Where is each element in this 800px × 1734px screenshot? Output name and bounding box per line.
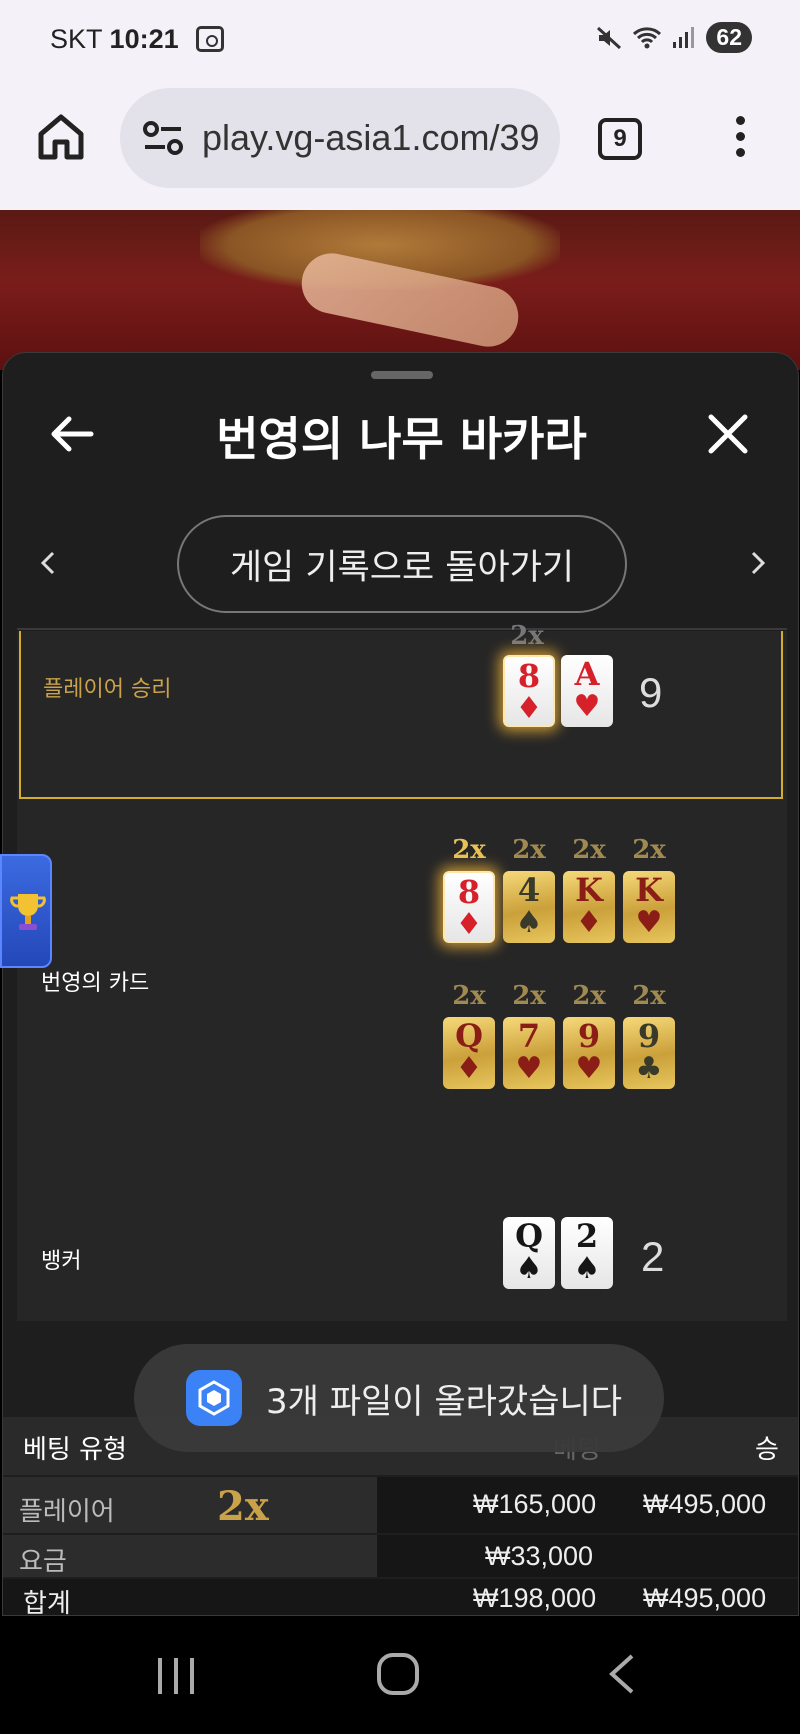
status-bar: SKT 10:21 62 <box>0 0 800 82</box>
bet-type: 합계 <box>23 1589 71 1616</box>
bet-amount: ₩165,000 <box>473 1489 597 1519</box>
back-chevron-icon[interactable] <box>604 1652 638 1696</box>
back-to-history-button[interactable]: 게임 기록으로 돌아가기 <box>177 515 627 613</box>
multiplier-badge: 2x <box>512 835 546 865</box>
player-win-label: 플레이어 승리 <box>43 677 172 702</box>
tab-switcher-button[interactable]: 9 <box>598 118 642 160</box>
address-bar[interactable]: play.vg-asia1.com/39 <box>120 88 560 188</box>
prosperity-card: 8 ♦ <box>443 871 495 943</box>
url-text: play.vg-asia1.com/39 <box>202 117 540 158</box>
result-area: 플레이어 승리 2x 8 ♦ A ♥ 9 번영의 카드 2x 2x 2x 2x 8 ♦… <box>17 621 787 1321</box>
prosperity-card: 4 ♠ <box>503 871 555 943</box>
player-score: 9 <box>639 669 663 716</box>
multiplier-badge: 2x <box>632 981 666 1011</box>
banker-card: Q ♠ <box>503 1217 555 1289</box>
close-icon[interactable] <box>703 409 753 459</box>
sheet-drag-handle[interactable] <box>371 371 433 379</box>
trophy-icon <box>10 894 46 930</box>
next-chevron-icon[interactable] <box>743 543 773 583</box>
page-title: 번영의 나무 바카라 <box>216 412 587 466</box>
system-navigation-bar <box>0 1616 800 1734</box>
table-row: 요금 ₩33,000 <box>3 1535 798 1577</box>
previous-chevron-icon[interactable] <box>33 543 63 583</box>
trophy-tab[interactable] <box>0 854 52 968</box>
status-time: 10:21 <box>109 24 179 54</box>
win-amount: ₩495,000 <box>643 1583 767 1613</box>
recent-apps-icon[interactable] <box>154 1654 198 1698</box>
prosperity-card: 7 ♥ <box>503 1017 555 1089</box>
wifi-icon <box>633 26 662 48</box>
column-header-type: 베팅 유형 <box>23 1435 127 1465</box>
prosperity-card: K ♥ <box>623 871 675 943</box>
table-row: 플레이어 2x ₩165,000 ₩495,000 <box>3 1477 798 1533</box>
table-row: 합계 ₩198,000 ₩495,000 <box>3 1579 798 1616</box>
player-card: A ♥ <box>561 655 613 727</box>
bet-amount: ₩33,000 <box>485 1541 594 1571</box>
prosperity-cards-label: 번영의 카드 <box>41 971 150 996</box>
bet-amount: ₩198,000 <box>473 1583 597 1613</box>
player-card: 8 ♦ <box>503 655 555 727</box>
banker-label: 뱅커 <box>41 1249 82 1274</box>
signal-icon <box>673 26 695 48</box>
multiplier-badge: 2x <box>512 981 546 1011</box>
multiplier-badge: 2x <box>572 981 606 1011</box>
multiplier-badge: 2x <box>510 621 544 651</box>
prosperity-card: 9 ♥ <box>563 1017 615 1089</box>
win-amount: ₩495,000 <box>643 1489 767 1519</box>
browser-toolbar: play.vg-asia1.com/39 9 <box>0 82 800 210</box>
site-settings-icon[interactable] <box>142 121 184 155</box>
upload-toast: 3개 파일이 올라갔습니다 <box>134 1344 664 1452</box>
prosperity-card: K ♦ <box>563 871 615 943</box>
multiplier-badge: 2x <box>632 835 666 865</box>
banker-score: 2 <box>641 1233 665 1280</box>
bet-type: 요금 <box>19 1547 67 1577</box>
column-header-win: 승 <box>755 1435 779 1465</box>
status-carrier-time: SKT 10:21 <box>50 24 179 55</box>
multiplier-badge: 2x <box>572 835 606 865</box>
multiplier-badge: 2x <box>452 835 486 865</box>
more-menu-icon[interactable] <box>730 116 750 164</box>
battery-level: 62 <box>706 22 752 53</box>
home-circle-icon[interactable] <box>376 1652 420 1696</box>
divider <box>17 628 787 630</box>
multiplier-badge: 2x <box>217 1483 269 1530</box>
multiplier-badge: 2x <box>452 981 486 1011</box>
mute-icon <box>597 26 622 49</box>
screenshot-icon <box>196 26 224 52</box>
live-video-background <box>0 210 800 370</box>
status-icons: 62 <box>596 22 752 53</box>
home-icon[interactable] <box>36 112 86 162</box>
banker-card: 2 ♠ <box>561 1217 613 1289</box>
app-cube-icon <box>186 1370 242 1426</box>
toast-message: 3개 파일이 올라갔습니다 <box>266 1381 623 1422</box>
carrier-name: SKT <box>50 24 103 54</box>
player-win-highlight <box>19 631 783 799</box>
prosperity-card: 9 ♣ <box>623 1017 675 1089</box>
bet-type: 플레이어 <box>19 1497 115 1527</box>
prosperity-card: Q ♦ <box>443 1017 495 1089</box>
